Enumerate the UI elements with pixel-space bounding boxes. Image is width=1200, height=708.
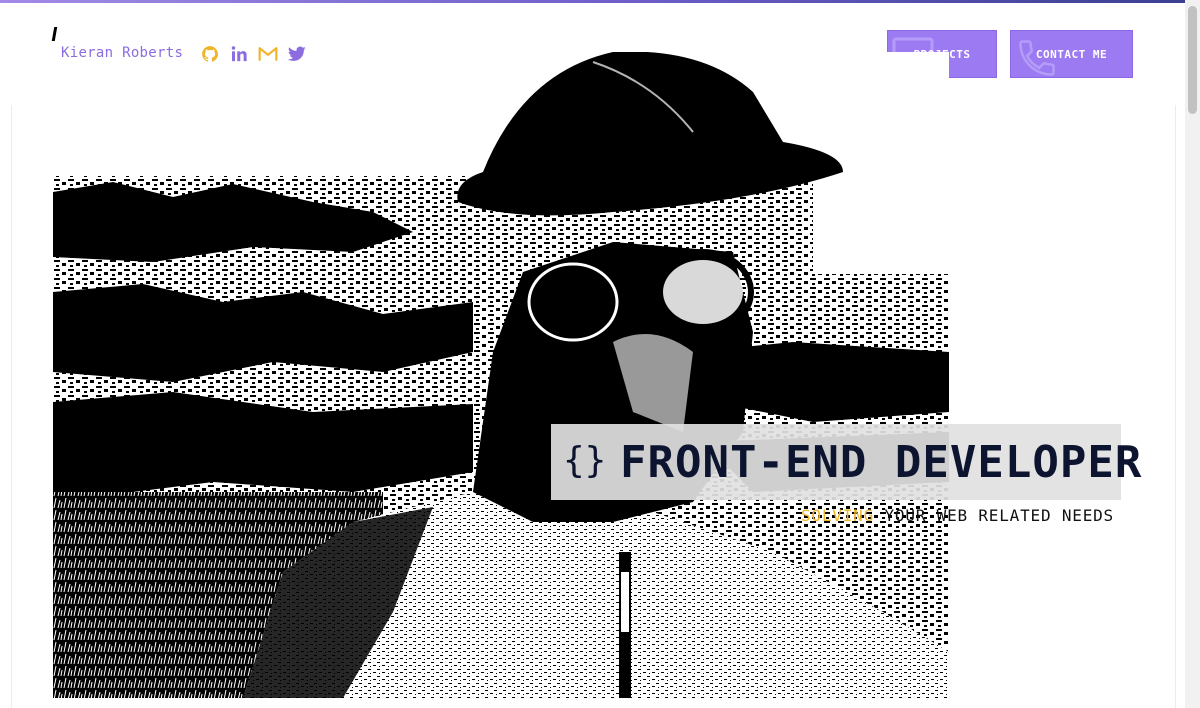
hero-subtitle: SOLVING YOUR WEB RELATED NEEDS bbox=[801, 506, 1114, 525]
scrollbar-thumb[interactable] bbox=[1188, 6, 1197, 114]
top-accent-line bbox=[0, 0, 1200, 3]
logo-mark bbox=[51, 27, 58, 41]
hero-title: FRONT-END DEVELOPER bbox=[620, 437, 1143, 488]
subtitle-rest: YOUR WEB RELATED NEEDS bbox=[884, 506, 1114, 525]
contact-me-label: CONTACT ME bbox=[1035, 47, 1108, 61]
code-braces-icon: {} bbox=[563, 440, 607, 481]
hero-image bbox=[53, 52, 949, 698]
subtitle-accent: SOLVING bbox=[801, 506, 875, 525]
scrollbar[interactable] bbox=[1185, 0, 1200, 708]
contact-me-button[interactable]: CONTACT ME bbox=[1010, 30, 1133, 78]
